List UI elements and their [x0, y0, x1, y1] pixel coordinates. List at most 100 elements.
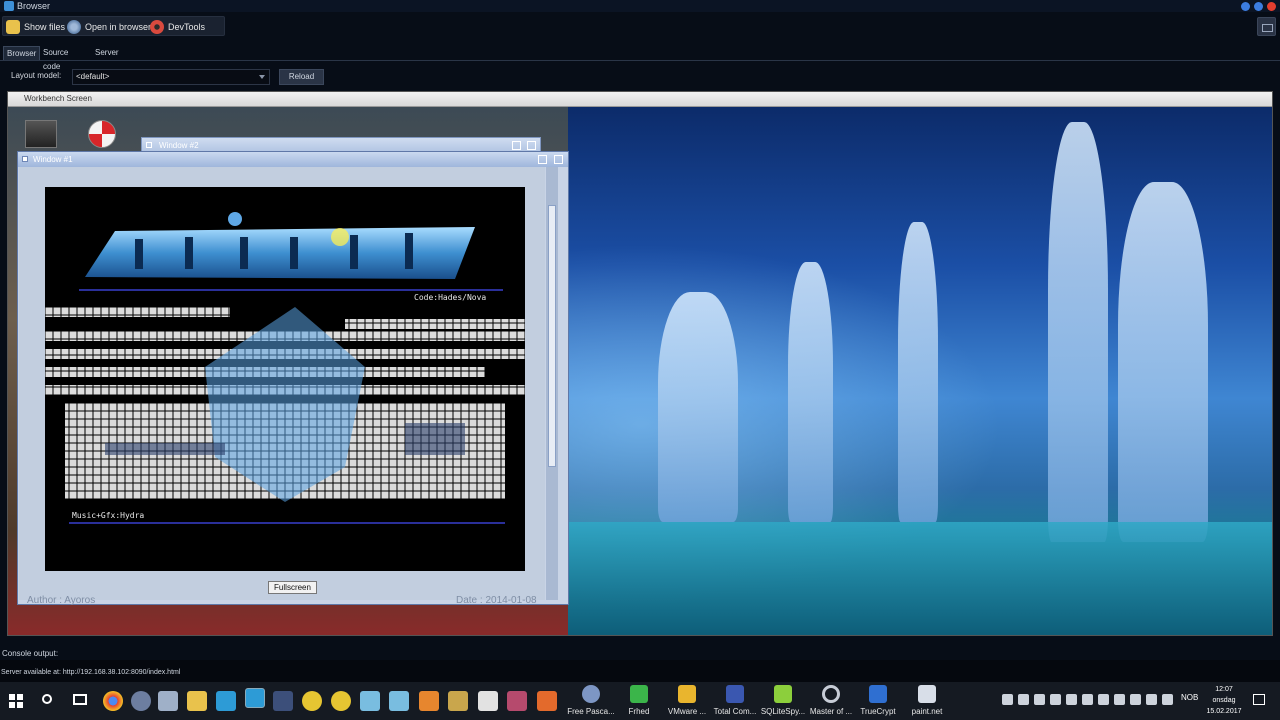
tab-divider [0, 60, 1280, 61]
workbench-screen: Workbench Screen Window #2 Window #1 Cod… [7, 91, 1273, 636]
window-1[interactable]: Window #1 Code:Hades/Nova Music+Gfx:Hydr… [17, 151, 569, 606]
workbench-title-bar: Workbench Screen [8, 92, 1272, 107]
tray-icon[interactable] [1066, 694, 1077, 705]
zoom-gadget-icon[interactable] [512, 141, 521, 150]
scrollbar-thumb[interactable] [548, 205, 556, 467]
app-icon [4, 1, 14, 11]
skype-icon[interactable] [245, 688, 265, 708]
taskbar-clock[interactable]: 12:07 onsdag 15.02.2017 [1205, 684, 1243, 717]
taskbar-app-frhed[interactable]: Frhed [624, 682, 654, 720]
browser-app-window: Browser Show files Open in browser DevTo… [0, 0, 1280, 720]
floppy-disk-icon [726, 685, 744, 703]
layout-model-label: Layout model: [11, 71, 62, 80]
globe-icon [67, 20, 81, 34]
mouse-cursor-highlight [331, 228, 349, 246]
star-icon[interactable] [302, 691, 322, 711]
taskbar-app-paint-net[interactable]: paint.net [907, 682, 947, 720]
maximize-button[interactable] [1254, 2, 1263, 11]
input-language[interactable]: NOB [1181, 693, 1198, 702]
console-output-label: Console output: [2, 649, 59, 658]
drawer-icon[interactable] [25, 120, 57, 148]
taskbar-app-label: Total Com... [713, 707, 757, 716]
tray-icon[interactable] [1034, 694, 1045, 705]
computer-icon[interactable] [158, 691, 178, 711]
folder-icon[interactable] [187, 691, 207, 711]
taskbar-app-sqlitespy[interactable]: SQLiteSpy... [760, 682, 806, 720]
divider-line-bottom [69, 522, 505, 524]
windows-start-icon[interactable] [9, 694, 23, 708]
depth-gadget-icon[interactable] [527, 141, 536, 150]
system-tray [1002, 694, 1173, 708]
folder-icon [6, 20, 20, 34]
window-1-scrollbar[interactable] [546, 167, 558, 600]
chevron-down-icon [259, 75, 265, 79]
screen-toggle-button[interactable] [1257, 17, 1276, 36]
taskbar-app-total-commander[interactable]: Total Com... [712, 682, 758, 720]
taskbar-app-free-pascal[interactable]: Free Pasca... [566, 682, 616, 720]
date-label: Date : 2014-01-08 [456, 595, 537, 606]
skype-icon[interactable] [216, 691, 236, 711]
star-icon[interactable] [331, 691, 351, 711]
layout-model-select[interactable]: <default> [72, 69, 270, 85]
devtools-button[interactable]: DevTools [150, 17, 205, 37]
gear-icon [582, 685, 600, 703]
open-in-browser-label: Open in browser [85, 22, 152, 32]
taskbar-app-vmware[interactable]: VMware ... [664, 682, 710, 720]
close-gadget-icon[interactable] [22, 156, 28, 162]
document-icon[interactable] [273, 691, 293, 711]
tray-icon[interactable] [1098, 694, 1109, 705]
search-icon[interactable] [42, 694, 52, 704]
task-view-icon[interactable] [73, 694, 87, 705]
zoom-gadget-icon[interactable] [538, 155, 547, 164]
layout-model-value: <default> [76, 72, 110, 81]
taskbar-app-label: Master of ... [809, 707, 853, 716]
vmware-icon [678, 685, 696, 703]
boing-ball-icon[interactable] [88, 120, 116, 148]
minimize-button[interactable] [1241, 2, 1250, 11]
credit-code: Code:Hades/Nova [414, 293, 487, 302]
tray-icon[interactable] [1114, 694, 1125, 705]
window-1-title-bar[interactable]: Window #1 [18, 152, 568, 167]
orange-app-icon[interactable] [537, 691, 557, 711]
close-button[interactable] [1267, 2, 1276, 11]
tab-browser[interactable]: Browser [3, 46, 41, 60]
orange-app-icon[interactable] [419, 691, 439, 711]
taskbar-app-label: VMware ... [667, 707, 707, 716]
console-line: Server available at: http://192.168.38.1… [1, 669, 181, 676]
tray-icon[interactable] [1130, 694, 1141, 705]
books-icon[interactable] [507, 691, 527, 711]
cube-icon[interactable] [389, 691, 409, 711]
tray-icon[interactable] [1002, 694, 1013, 705]
backdrop-water [568, 522, 1272, 635]
taskbar-app-master-of[interactable]: Master of ... [808, 682, 854, 720]
taskbar-app-label: paint.net [911, 707, 943, 716]
app-icon[interactable] [448, 691, 468, 711]
show-files-label: Show files [24, 22, 66, 32]
tray-icon[interactable] [1146, 694, 1157, 705]
title-bar: Browser [0, 0, 1280, 12]
tray-icon[interactable] [1018, 694, 1029, 705]
demo-screen[interactable]: Code:Hades/Nova Music+Gfx:Hydra [45, 187, 525, 571]
taskbar-app-truecrypt[interactable]: TrueCrypt [858, 682, 898, 720]
depth-gadget-icon[interactable] [554, 155, 563, 164]
notification-icon[interactable] [1253, 694, 1265, 705]
fullscreen-button[interactable]: Fullscreen [268, 581, 317, 594]
volume-icon[interactable] [1162, 694, 1173, 705]
reload-button[interactable]: Reload [279, 69, 324, 85]
mail-icon[interactable] [478, 691, 498, 711]
tray-icon[interactable] [1082, 694, 1093, 705]
cube-icon[interactable] [360, 691, 380, 711]
console-output[interactable] [0, 660, 1280, 682]
frhed-icon [630, 685, 648, 703]
tab-source-code[interactable]: Source code [40, 46, 71, 71]
taskbar: Free Pasca... Frhed VMware ... Total Com… [0, 682, 1280, 720]
tab-server[interactable]: Server [92, 46, 122, 60]
settings-icon[interactable] [131, 691, 151, 711]
tray-icon[interactable] [1050, 694, 1061, 705]
taskbar-app-label: SQLiteSpy... [760, 707, 806, 716]
show-files-button[interactable]: Show files [6, 17, 65, 37]
chrome-icon[interactable] [103, 691, 123, 711]
open-in-browser-button[interactable]: Open in browser [67, 17, 151, 37]
close-gadget-icon[interactable] [146, 142, 152, 148]
toolbar-group: Show files Open in browser DevTools [2, 16, 225, 36]
